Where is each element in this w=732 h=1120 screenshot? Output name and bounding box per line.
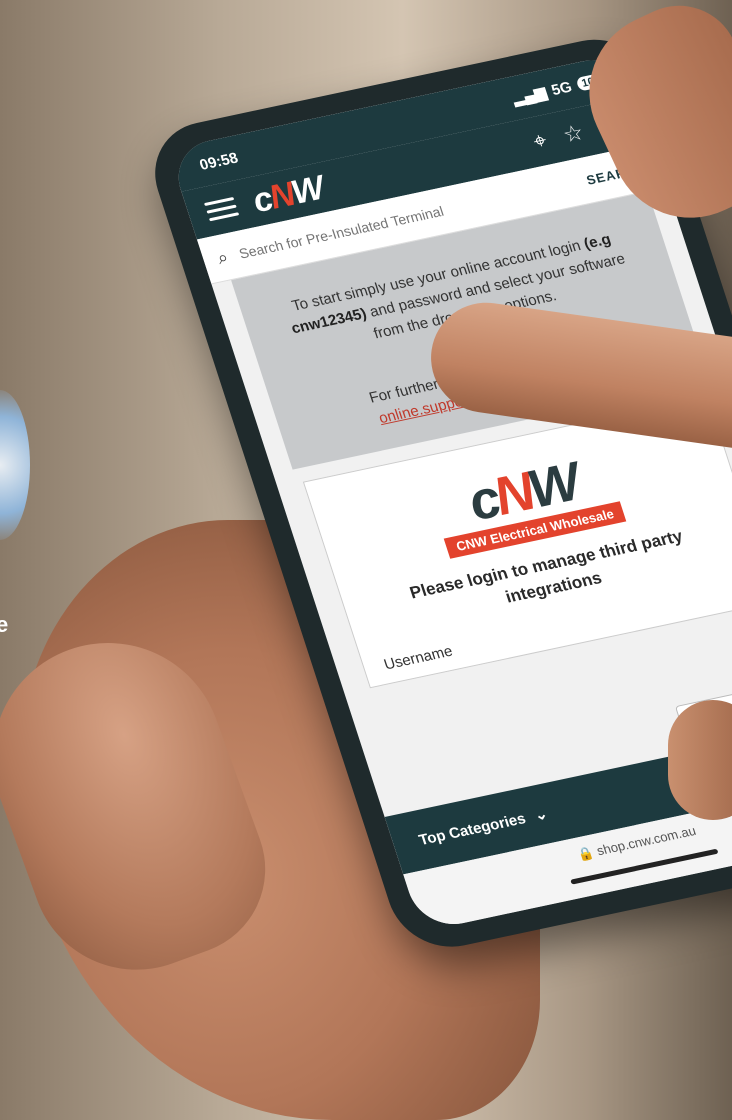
signal-icon: ▂▄▆: [510, 84, 549, 108]
search-icon: ⌕: [214, 246, 231, 268]
top-categories-label: Top Categories: [416, 809, 528, 849]
star-icon[interactable]: ☆: [560, 119, 587, 148]
right-finger: [668, 700, 732, 820]
background-blur-light: [0, 390, 30, 540]
network-label: 5G: [549, 78, 574, 99]
hamburger-menu-icon[interactable]: [203, 196, 240, 221]
background-edge-text: e: [0, 612, 9, 637]
lock-icon: 🔒: [575, 844, 596, 863]
chevron-down-icon: ⌄: [532, 805, 550, 825]
location-pin-icon[interactable]: ⌖: [530, 127, 550, 154]
status-time: 09:58: [197, 149, 241, 174]
